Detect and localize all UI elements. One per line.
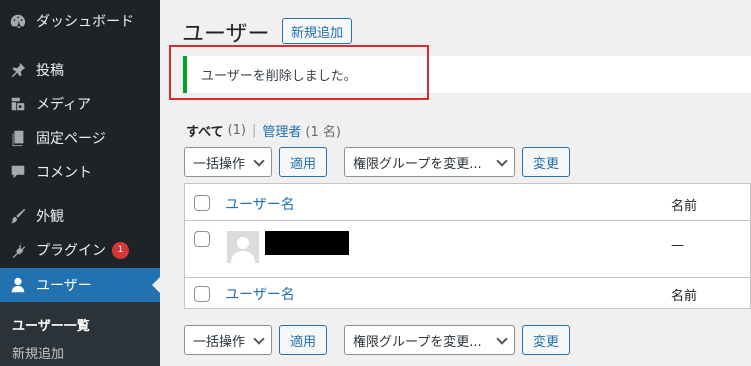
sidebar-item-media[interactable]: メディア	[0, 87, 160, 121]
sidebar-item-label: ダッシュボード	[36, 14, 134, 30]
users-table: ユーザー名 名前 — ユーザー名 名前	[184, 183, 751, 309]
sidebar-item-plugins[interactable]: プラグイン 1	[0, 233, 160, 267]
avatar	[227, 231, 259, 263]
highlight-annotation	[169, 45, 429, 100]
table-footer-row: ユーザー名 名前	[185, 278, 751, 310]
user-role-filters: すべて (1) | 管理者 (1 名)	[186, 121, 341, 140]
page-title: ユーザー	[182, 22, 270, 47]
select-all-checkbox[interactable]	[194, 195, 210, 211]
chevron-down-icon	[253, 333, 265, 345]
change-button-top[interactable]: 変更	[522, 147, 570, 177]
dashboard-icon	[8, 11, 28, 31]
comment-icon	[8, 162, 28, 182]
filter-separator: |	[252, 123, 257, 138]
submenu-add-new[interactable]: 新規追加	[12, 343, 64, 362]
column-name-footer: 名前	[671, 289, 698, 304]
redacted-username[interactable]	[265, 231, 349, 255]
submenu-all-users[interactable]: ユーザー一覧	[12, 315, 90, 334]
table-header-row: ユーザー名 名前	[185, 184, 751, 221]
change-button-bottom[interactable]: 変更	[522, 325, 570, 355]
role-change-select-top[interactable]: 権限グループを変更...	[344, 147, 515, 177]
filter-admin-count: (1 名)	[305, 125, 341, 140]
sidebar-item-label: ユーザー	[36, 278, 92, 294]
role-change-select-bottom[interactable]: 権限グループを変更...	[344, 325, 515, 355]
page-icon	[8, 128, 28, 148]
user-icon	[8, 275, 28, 295]
pin-icon	[8, 60, 28, 80]
bulk-action-select-bottom[interactable]: 一括操作	[184, 325, 272, 355]
chevron-down-icon	[253, 155, 265, 167]
sidebar-item-appearance[interactable]: 外観	[0, 199, 160, 233]
sidebar-item-label: メディア	[36, 97, 92, 113]
sidebar-item-posts[interactable]: 投稿	[0, 53, 160, 87]
sidebar-item-label: 外観	[36, 209, 64, 225]
main-content: ユーザー 新規追加 ユーザーを削除しました。 すべて (1) | 管理者 (1 …	[160, 0, 751, 366]
select-all-checkbox-footer[interactable]	[194, 286, 210, 302]
sidebar-item-dashboard[interactable]: ダッシュボード	[0, 4, 160, 38]
column-username-footer[interactable]: ユーザー名	[225, 284, 295, 304]
bulk-action-select-top[interactable]: 一括操作	[184, 147, 272, 177]
filter-all-count: (1)	[227, 123, 246, 138]
apply-button-bottom[interactable]: 適用	[279, 325, 327, 355]
admin-sidebar: ダッシュボード 投稿 メディア 固定ページ コメント 外観 プラグイン 1 ユー…	[0, 0, 160, 366]
chevron-down-icon	[496, 155, 508, 167]
column-name: 名前	[671, 199, 698, 214]
plugin-icon	[8, 240, 28, 260]
filter-all[interactable]: すべて	[186, 121, 224, 140]
sidebar-item-users[interactable]: ユーザー	[0, 268, 160, 302]
row-checkbox[interactable]	[194, 231, 210, 247]
update-count-badge: 1	[112, 241, 129, 259]
users-submenu: ユーザー一覧 新規追加	[0, 302, 160, 366]
role-select-value: 権限グループを変更...	[353, 334, 482, 350]
filter-admin[interactable]: 管理者	[262, 121, 301, 140]
user-display-name: —	[671, 238, 684, 253]
sidebar-item-pages[interactable]: 固定ページ	[0, 121, 160, 155]
column-username[interactable]: ユーザー名	[225, 194, 295, 214]
chevron-down-icon	[496, 333, 508, 345]
sidebar-item-label: コメント	[36, 165, 92, 181]
brush-icon	[8, 206, 28, 226]
bulk-action-value: 一括操作	[193, 156, 246, 172]
sidebar-item-label: プラグイン	[36, 243, 106, 259]
sidebar-item-comments[interactable]: コメント	[0, 155, 160, 189]
bulk-action-value: 一括操作	[193, 334, 246, 350]
table-row: —	[185, 221, 751, 278]
apply-button-top[interactable]: 適用	[279, 147, 327, 177]
add-new-button[interactable]: 新規追加	[282, 18, 353, 44]
active-indicator	[152, 277, 160, 293]
role-select-value: 権限グループを変更...	[353, 156, 482, 172]
sidebar-item-label: 投稿	[36, 63, 64, 79]
media-icon	[8, 94, 28, 114]
sidebar-item-label: 固定ページ	[36, 131, 106, 147]
